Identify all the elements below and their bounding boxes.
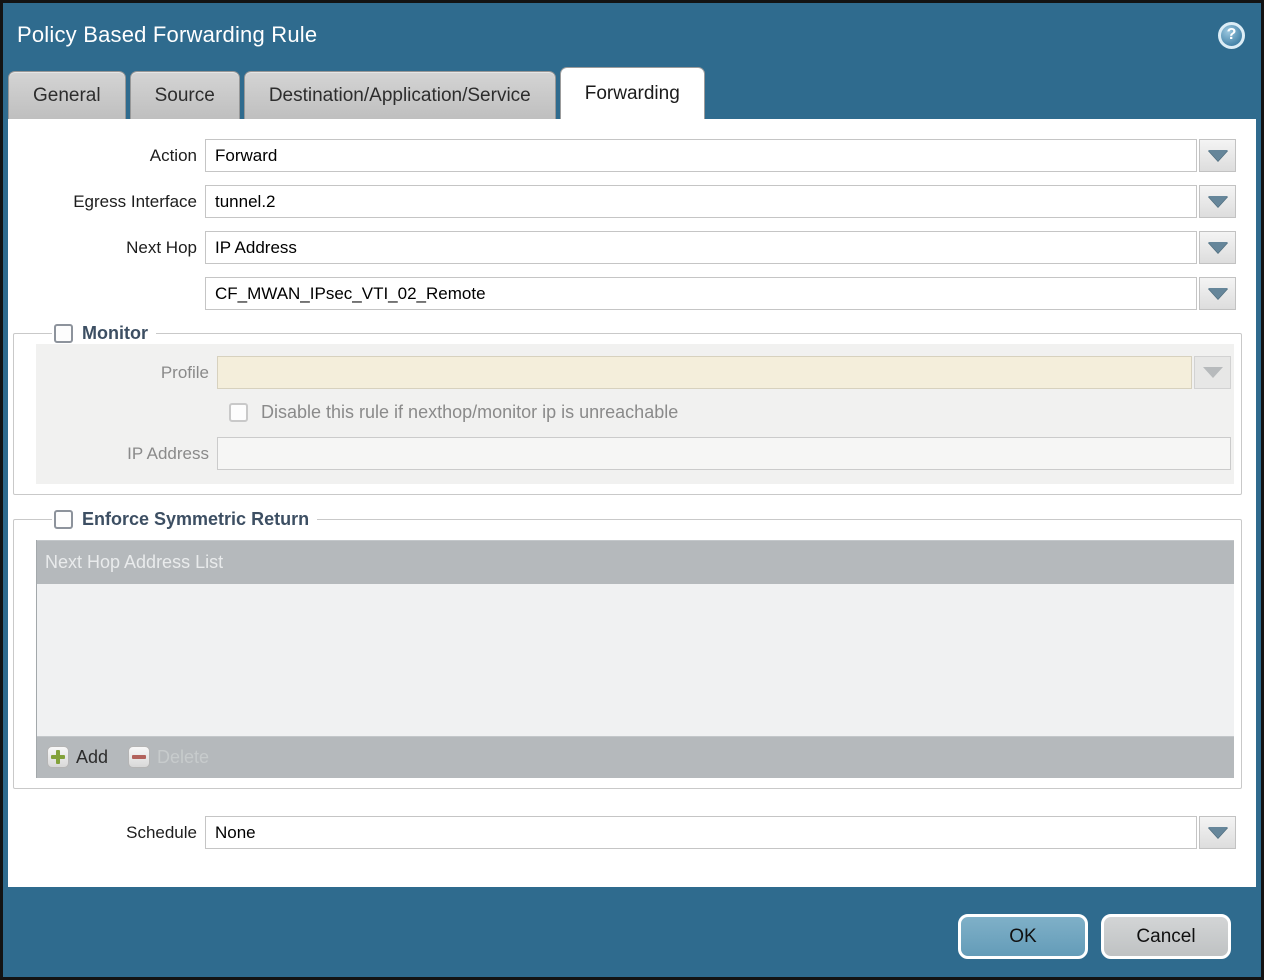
policy-based-forwarding-dialog: Policy Based Forwarding Rule ? General S… — [0, 0, 1264, 980]
symmetric-return-fieldset: Enforce Symmetric Return Next Hop Addres… — [13, 509, 1242, 789]
monitor-ip-address-row: IP Address — [36, 437, 1234, 470]
next-hop-address-value[interactable]: CF_MWAN_IPsec_VTI_02_Remote — [205, 277, 1197, 310]
egress-interface-label: Egress Interface — [8, 192, 205, 212]
egress-interface-combobox: tunnel.2 — [205, 185, 1236, 218]
schedule-value[interactable]: None — [205, 816, 1197, 849]
next-hop-address-row: CF_MWAN_IPsec_VTI_02_Remote — [8, 277, 1256, 310]
next-hop-dropdown-button[interactable] — [1199, 231, 1236, 264]
minus-icon — [128, 746, 150, 768]
plus-icon — [47, 746, 69, 768]
chevron-down-icon — [1203, 367, 1223, 378]
dialog-title: Policy Based Forwarding Rule — [17, 22, 317, 48]
egress-interface-row: Egress Interface tunnel.2 — [8, 185, 1256, 218]
chevron-down-icon — [1208, 150, 1228, 161]
tab-destination-application-service[interactable]: Destination/Application/Service — [244, 71, 556, 119]
forwarding-tab-panel: Action Forward Egress Interface tunnel.2… — [8, 119, 1256, 887]
action-row: Action Forward — [8, 139, 1256, 172]
schedule-row: Schedule None — [8, 816, 1256, 849]
profile-value — [217, 356, 1192, 389]
schedule-label: Schedule — [8, 823, 205, 843]
add-button[interactable]: Add — [47, 746, 128, 768]
monitor-legend-label: Monitor — [82, 323, 148, 344]
tab-general[interactable]: General — [8, 71, 126, 119]
next-hop-address-table: Next Hop Address List Add Delete — [36, 540, 1234, 778]
tab-source[interactable]: Source — [130, 71, 240, 119]
schedule-dropdown-button[interactable] — [1199, 816, 1236, 849]
symmetric-return-legend-label: Enforce Symmetric Return — [82, 509, 309, 530]
chevron-down-icon — [1208, 288, 1228, 299]
profile-dropdown-button — [1194, 356, 1231, 389]
delete-button-label: Delete — [157, 747, 209, 768]
egress-interface-dropdown-button[interactable] — [1199, 185, 1236, 218]
action-label: Action — [8, 146, 205, 166]
enforce-symmetric-return-checkbox[interactable] — [54, 510, 73, 529]
next-hop-value[interactable]: IP Address — [205, 231, 1197, 264]
tab-forwarding[interactable]: Forwarding — [560, 67, 705, 119]
monitor-panel: Profile Disable this rule if nexthop/mon… — [36, 344, 1234, 484]
next-hop-address-list-body — [37, 584, 1234, 736]
monitor-fieldset: Monitor Profile Disable this rule if nex… — [13, 323, 1242, 495]
action-value[interactable]: Forward — [205, 139, 1197, 172]
profile-row: Profile — [36, 356, 1234, 389]
egress-interface-value[interactable]: tunnel.2 — [205, 185, 1197, 218]
chevron-down-icon — [1208, 196, 1228, 207]
disable-rule-checkbox — [229, 403, 248, 422]
add-button-label: Add — [76, 747, 108, 768]
chevron-down-icon — [1208, 827, 1228, 838]
ok-button[interactable]: OK — [958, 914, 1088, 959]
action-combobox: Forward — [205, 139, 1236, 172]
chevron-down-icon — [1208, 242, 1228, 253]
next-hop-address-dropdown-button[interactable] — [1199, 277, 1236, 310]
monitor-ip-address-input — [217, 437, 1231, 470]
schedule-combobox: None — [205, 816, 1236, 849]
next-hop-address-combobox: CF_MWAN_IPsec_VTI_02_Remote — [205, 277, 1236, 310]
next-hop-address-list-header: Next Hop Address List — [37, 540, 1234, 584]
tab-bar: General Source Destination/Application/S… — [3, 67, 1261, 119]
dialog-footer: OK Cancel — [3, 887, 1261, 977]
next-hop-combobox: IP Address — [205, 231, 1236, 264]
profile-combobox — [217, 356, 1231, 389]
help-icon[interactable]: ? — [1218, 22, 1245, 49]
delete-button: Delete — [128, 746, 209, 768]
next-hop-label: Next Hop — [8, 238, 205, 258]
monitor-ip-address-label: IP Address — [36, 444, 217, 464]
cancel-button[interactable]: Cancel — [1101, 914, 1231, 959]
monitor-ip-address-fieldwrap — [217, 437, 1231, 470]
dialog-titlebar: Policy Based Forwarding Rule ? — [3, 3, 1261, 67]
symmetric-return-legend: Enforce Symmetric Return — [52, 509, 317, 530]
next-hop-address-list-footer: Add Delete — [37, 736, 1234, 778]
profile-label: Profile — [36, 363, 217, 383]
monitor-legend: Monitor — [52, 323, 156, 344]
action-dropdown-button[interactable] — [1199, 139, 1236, 172]
disable-rule-row: Disable this rule if nexthop/monitor ip … — [229, 402, 1234, 423]
next-hop-row: Next Hop IP Address — [8, 231, 1256, 264]
disable-rule-label: Disable this rule if nexthop/monitor ip … — [261, 402, 678, 423]
monitor-checkbox[interactable] — [54, 324, 73, 343]
